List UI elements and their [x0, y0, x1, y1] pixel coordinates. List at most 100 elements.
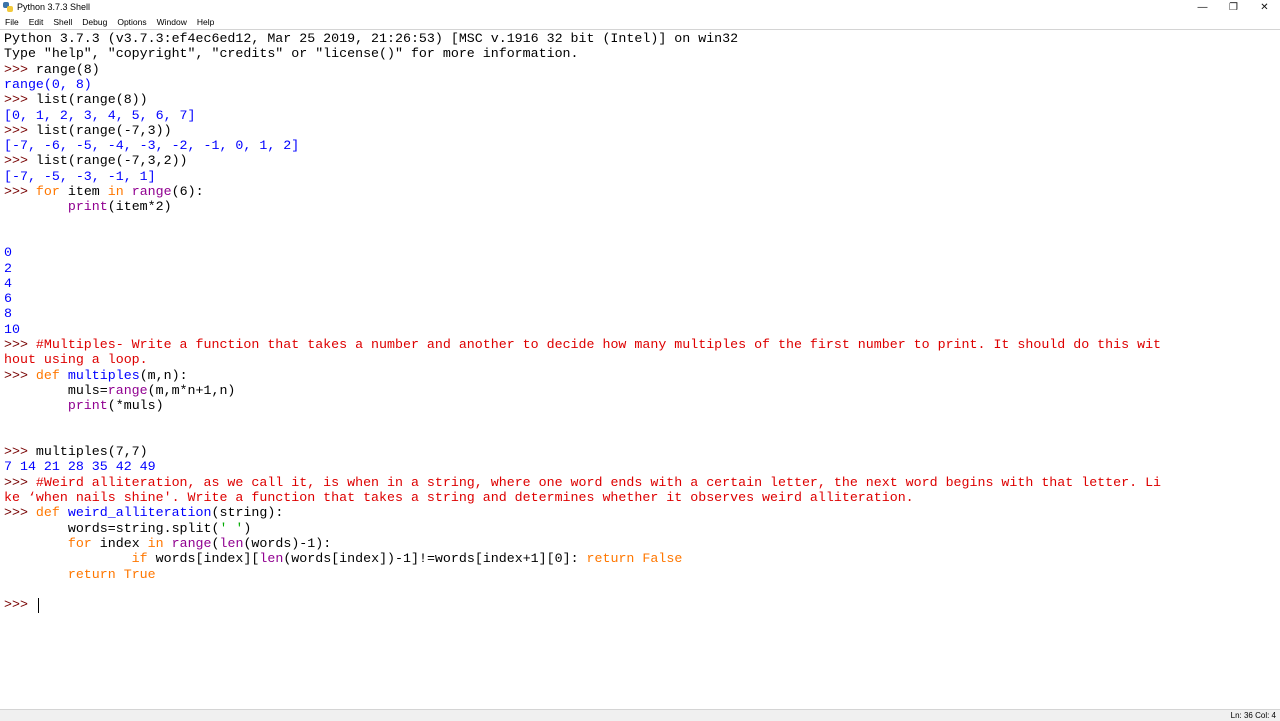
shell-line: [-7, -6, -5, -4, -3, -2, -1, 0, 1, 2] — [4, 138, 299, 153]
shell-prompt: >>> — [4, 444, 36, 460]
shell-line: >>> for item in range(6): — [4, 184, 204, 199]
shell-line: ke ‘when nails shine'. Write a function … — [4, 490, 914, 505]
code-token: ' ' — [219, 520, 244, 536]
shell-line: 4 — [4, 276, 12, 291]
code-token: list(range(-7,3)) — [35, 122, 172, 138]
code-token: (words[index])-1]!=words[index+1][0]: — [283, 551, 587, 567]
menu-file[interactable]: File — [0, 17, 24, 27]
menu-debug[interactable]: Debug — [77, 17, 112, 27]
code-token: (words)-1): — [243, 535, 332, 551]
shell-line: Python 3.7.3 (v3.7.3:ef4ec6ed12, Mar 25 … — [4, 31, 738, 46]
shell-prompt: >>> — [4, 92, 36, 108]
code-token: 8 — [4, 306, 12, 322]
shell-line: print(*muls) — [4, 398, 164, 413]
menu-options[interactable]: Options — [112, 17, 151, 27]
code-token: (m,m*n+1,n) — [147, 382, 236, 398]
shell-line: >>> — [4, 597, 36, 612]
shell-line: 2 — [4, 261, 12, 276]
shell-line: [0, 1, 2, 3, 4, 5, 6, 7] — [4, 108, 196, 123]
shell-line: if words[index][len(words[index])-1]!=wo… — [4, 551, 683, 567]
shell-text-area[interactable]: Python 3.7.3 (v3.7.3:ef4ec6ed12, Mar 25 … — [0, 29, 1280, 710]
shell-line: for index in range(len(words)-1): — [4, 536, 331, 551]
code-token: len — [219, 535, 244, 551]
maximize-button[interactable]: ❐ — [1218, 0, 1249, 14]
shell-prompt: >>> — [4, 184, 36, 199]
shell-line: >>> range(8) — [4, 62, 100, 77]
python-icon — [3, 2, 13, 12]
menu-help[interactable]: Help — [192, 17, 219, 27]
shell-line: 0 — [4, 245, 12, 260]
status-bar: Ln: 36 Col: 4 — [0, 709, 1280, 721]
code-token: return — [586, 551, 635, 567]
code-token: if — [131, 551, 148, 567]
menu-shell[interactable]: Shell — [48, 17, 77, 27]
menu-window[interactable]: Window — [152, 17, 192, 27]
code-token: words=string.split( — [4, 520, 220, 536]
title-bar: Python 3.7.3 Shell — ❐ ✕ — [0, 0, 1280, 14]
code-token: [-7, -5, -3, -1, 1] — [4, 168, 156, 184]
shell-line: return True — [4, 567, 156, 582]
text-cursor — [38, 598, 39, 613]
code-token: return — [67, 566, 116, 582]
shell-prompt: >>> — [4, 337, 36, 352]
code-token: words[index][ — [147, 551, 260, 567]
code-token: multiples(7,7) — [35, 444, 148, 460]
code-token: for — [35, 184, 60, 199]
shell-line: Type "help", "copyright", "credits" or "… — [4, 46, 579, 61]
shell-line: >>> multiples(7,7) — [4, 444, 148, 459]
code-token: range — [131, 184, 172, 199]
code-token: #Weird alliteration, as we call it, is w… — [35, 474, 1162, 490]
minimize-button[interactable]: — — [1187, 0, 1218, 14]
code-token: weird_alliteration — [67, 505, 212, 521]
code-token: len — [259, 551, 284, 567]
code-token: [-7, -6, -5, -4, -3, -2, -1, 0, 1, 2] — [4, 138, 300, 154]
shell-prompt: >>> — [4, 122, 36, 138]
shell-prompt: >>> — [4, 474, 36, 490]
code-token: ( — [211, 535, 220, 551]
code-token: range — [171, 535, 212, 551]
code-token: 6 — [4, 291, 12, 307]
shell-line: >>> #Multiples- Write a function that ta… — [4, 337, 1161, 352]
code-token: in — [107, 184, 124, 199]
shell-line: 7 14 21 28 35 42 49 — [4, 459, 156, 474]
code-token: 4 — [4, 275, 12, 291]
cursor-position: Ln: 36 Col: 4 — [1230, 711, 1276, 720]
code-token: (6): — [171, 184, 204, 199]
menu-edit[interactable]: Edit — [24, 17, 49, 27]
shell-line: 10 — [4, 322, 20, 337]
shell-prompt: >>> — [4, 61, 36, 77]
shell-line: range(0, 8) — [4, 77, 92, 92]
code-token: False — [642, 551, 683, 567]
window-title: Python 3.7.3 Shell — [17, 2, 91, 12]
code-token: item — [59, 184, 108, 199]
code-token: (item*2) — [107, 199, 172, 215]
shell-line: >>> def multiples(m,n): — [4, 368, 188, 383]
code-token: def — [35, 505, 60, 521]
code-token: print — [67, 199, 108, 215]
code-token: list(range(8)) — [35, 92, 148, 108]
shell-line: hout using a loop. — [4, 352, 148, 367]
code-token: multiples — [67, 367, 140, 383]
close-button[interactable]: ✕ — [1249, 0, 1280, 14]
shell-prompt: >>> — [4, 367, 36, 383]
shell-prompt: >>> — [4, 597, 36, 613]
code-token: (m,n): — [139, 367, 188, 383]
code-token: 10 — [4, 321, 20, 337]
code-token: range(8) — [35, 61, 100, 77]
menu-bar: File Edit Shell Debug Options Window Hel… — [0, 14, 1280, 29]
code-token: (*muls) — [107, 398, 164, 414]
shell-line: >>> list(range(-7,3,2)) — [4, 153, 188, 168]
shell-line: >>> list(range(8)) — [4, 92, 148, 107]
shell-line: 8 — [4, 306, 12, 321]
code-token: muls= — [4, 382, 108, 398]
shell-line: >>> def weird_alliteration(string): — [4, 505, 283, 520]
code-token: range(0, 8) — [4, 76, 92, 92]
shell-prompt: >>> — [4, 153, 36, 169]
